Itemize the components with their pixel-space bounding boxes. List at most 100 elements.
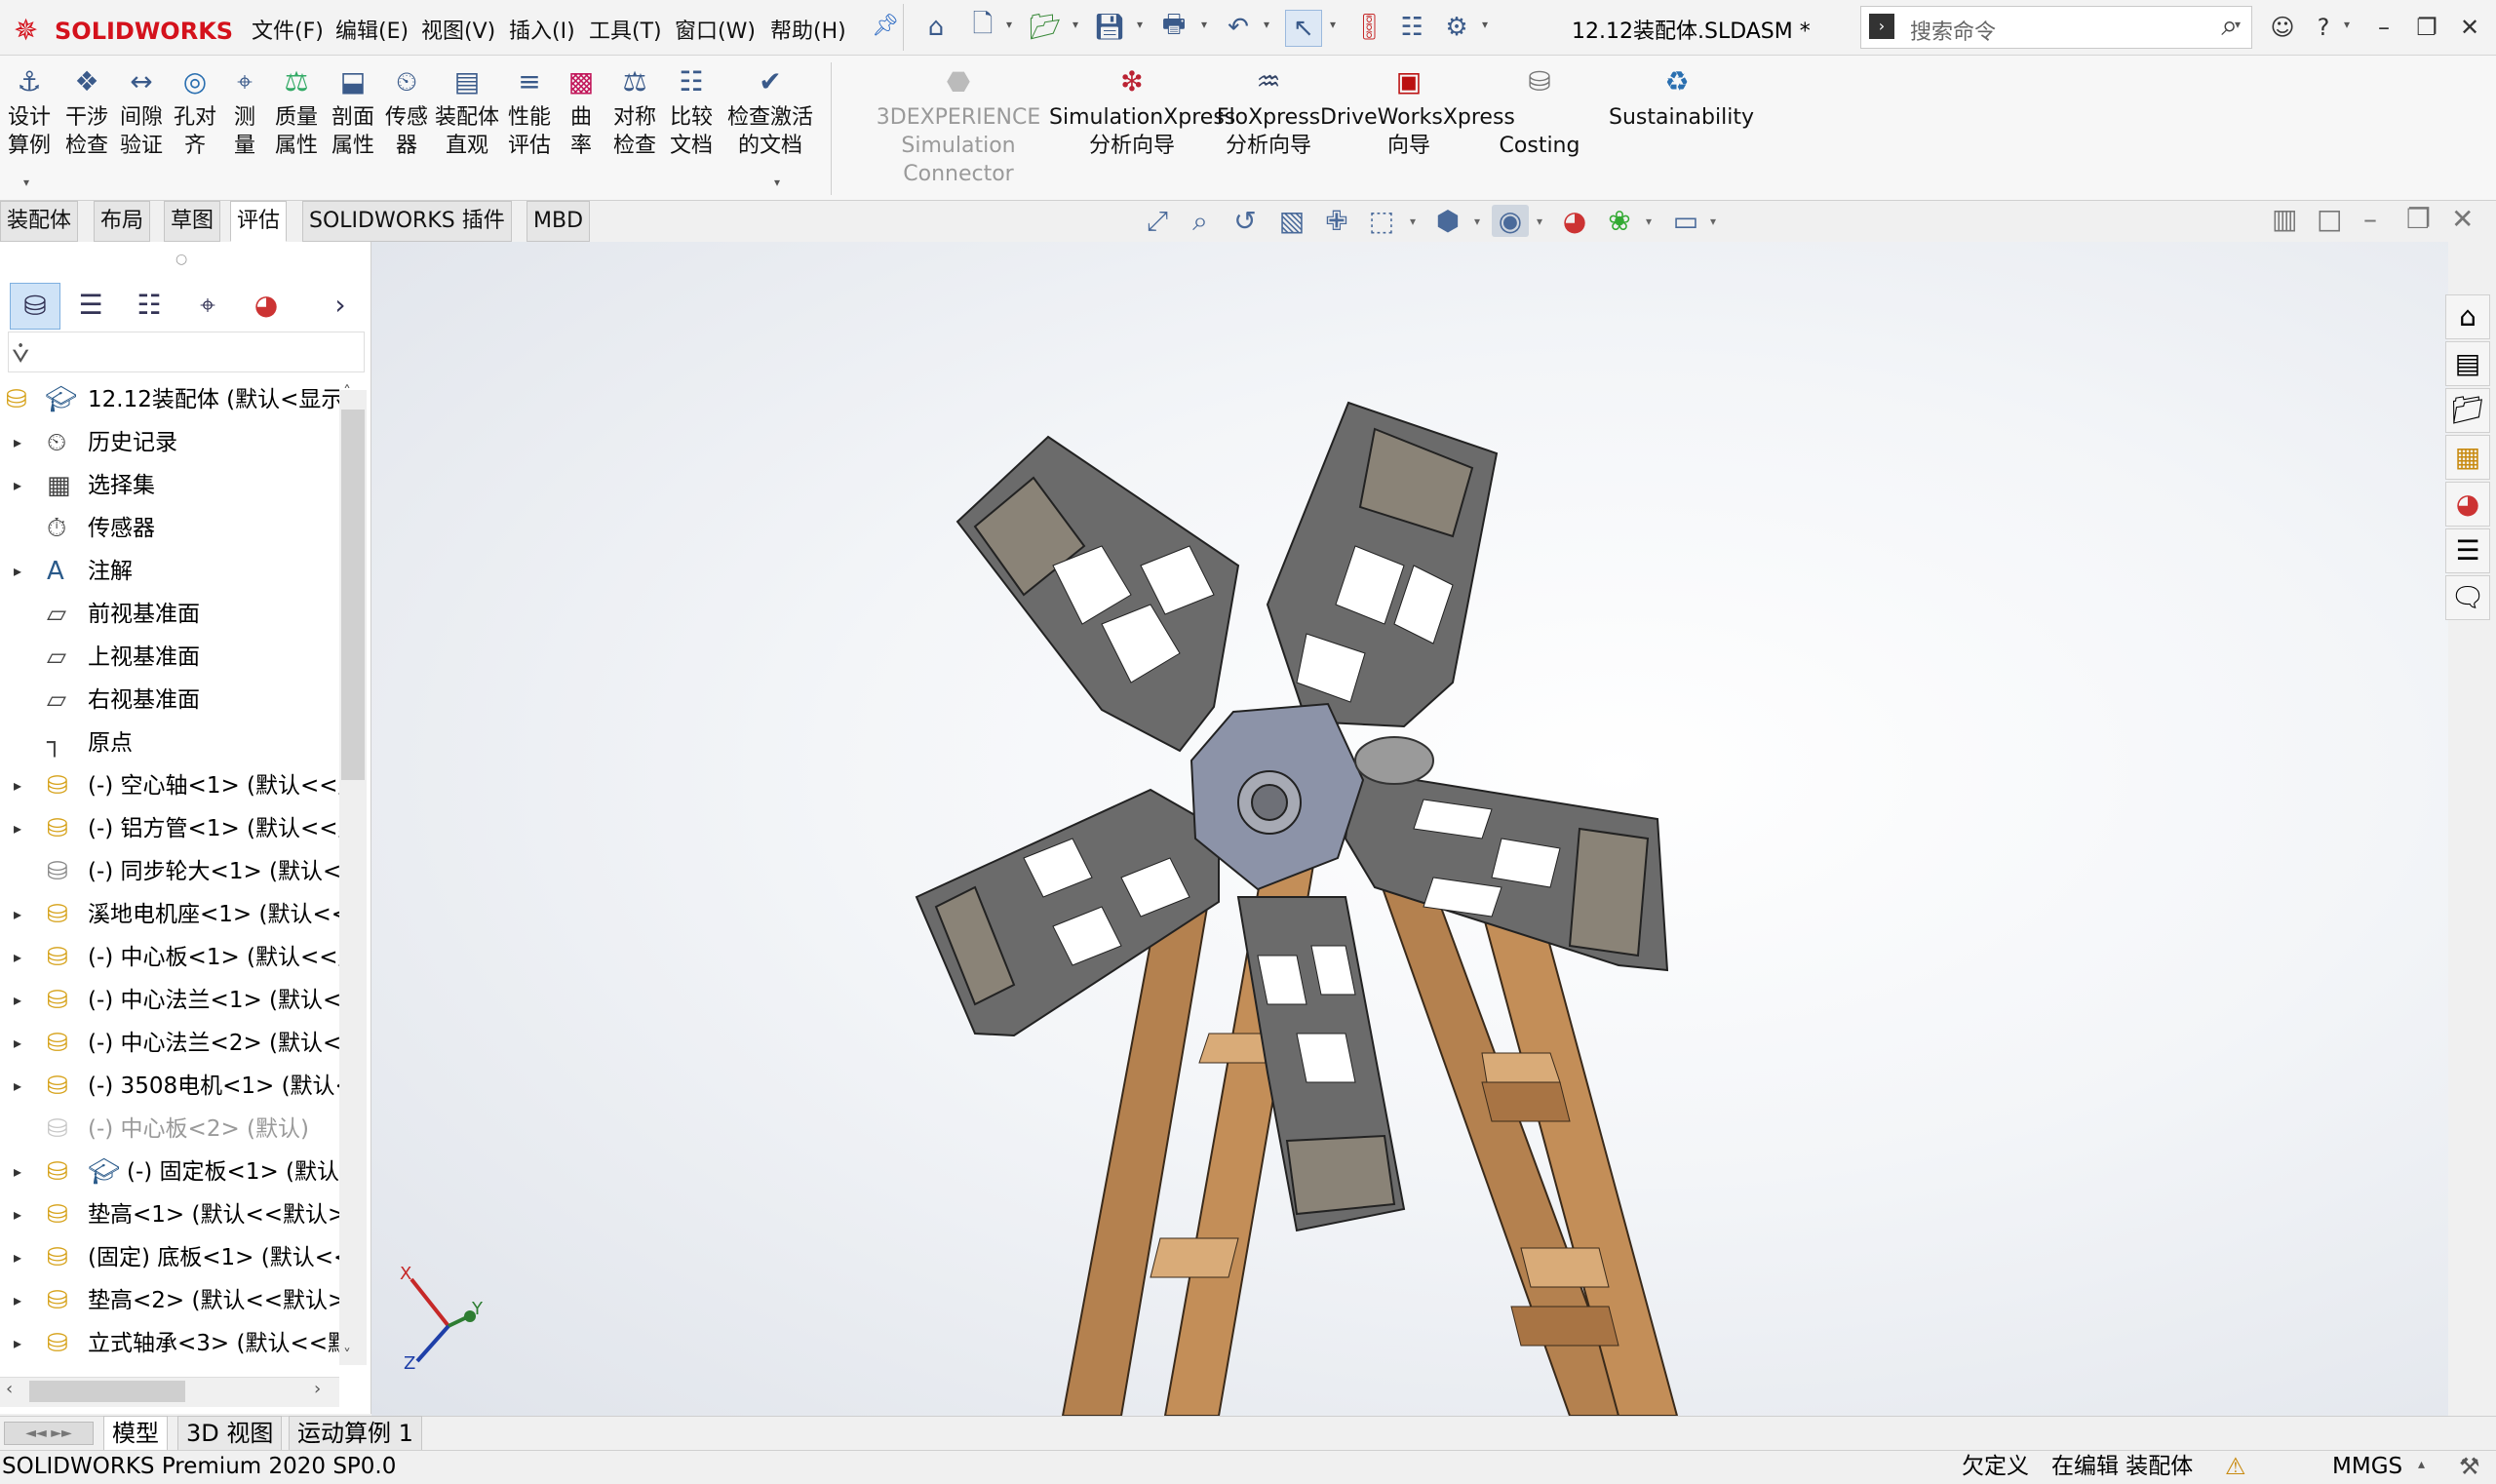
options-gear-icon[interactable]: ⚙: [1439, 10, 1474, 45]
graphics-area[interactable]: X Y Z: [371, 242, 2448, 1416]
3dexperience-sim-button[interactable]: ⬣ 3DEXPERIENCE Simulation Connector: [856, 64, 1061, 188]
zoom-to-fit-icon[interactable]: ⤢: [1139, 205, 1176, 238]
print-dropdown-icon[interactable]: ▾: [1201, 18, 1207, 31]
expand-arrow-icon[interactable]: ▸: [14, 1193, 21, 1236]
rebuild-icon[interactable]: 🚦︎: [1351, 10, 1386, 45]
ribbon-clearance-verification-button[interactable]: ↔ 间隙 验证: [115, 64, 168, 160]
new-document-icon[interactable]: 🗋︎: [965, 10, 1000, 45]
search-dropdown-icon[interactable]: ▾: [2235, 18, 2241, 31]
options-dropdown-icon[interactable]: ▾: [1482, 18, 1488, 31]
open-dropdown-icon[interactable]: ▾: [1072, 18, 1078, 31]
ribbon-measure-button[interactable]: ⌖ 测量: [222, 64, 267, 160]
menu-insert[interactable]: 插入(I): [509, 14, 575, 45]
tree-item[interactable]: ▱ 上视基准面: [0, 636, 339, 679]
ribbon-design-study-button[interactable]: ⚓ 设计 算例: [4, 64, 55, 160]
expand-arrow-icon[interactable]: ▸: [14, 1065, 21, 1108]
menu-help[interactable]: 帮助(H): [770, 14, 846, 45]
tree-item[interactable]: ▸ ⛁ (-) 空心轴<1> (默认<<默: [0, 764, 339, 807]
view-settings-monitor-icon[interactable]: ▭: [1667, 205, 1704, 237]
view-orientation-dropdown-icon[interactable]: ▾: [1410, 215, 1416, 228]
expand-arrow-icon[interactable]: ▸: [14, 893, 21, 936]
viewport-tile-icon[interactable]: ▥: [2272, 203, 2297, 235]
tree-item[interactable]: ┐ 原点: [0, 722, 339, 764]
driveworksxpress-button[interactable]: ▣ DriveWorksXpress 向导: [1320, 64, 1515, 160]
windmill-model[interactable]: X Y Z: [371, 242, 2448, 1416]
scene-dropdown-icon[interactable]: ▾: [1646, 215, 1652, 228]
rebuild-status-icon[interactable]: ⚠: [2225, 1450, 2246, 1483]
tab-motion-study-1[interactable]: 运动算例 1: [289, 1416, 422, 1451]
tree-root[interactable]: ⛁ 🎓︎ 12.12装配体 (默认<显示: [0, 378, 339, 421]
open-icon[interactable]: 📂︎: [1028, 10, 1063, 45]
tree-item[interactable]: ▸ ⛁ (-) 铝方管<1> (默认<<默: [0, 807, 339, 850]
previous-view-icon[interactable]: ↺: [1227, 205, 1264, 237]
tree-item[interactable]: ▱ 前视基准面: [0, 593, 339, 636]
tab-solidworks-addins[interactable]: SOLIDWORKS 插件: [302, 201, 512, 242]
simulationxpress-button[interactable]: ❇ SimulationXpress 分析向导: [1049, 64, 1235, 160]
filter-box[interactable]: [8, 332, 365, 372]
user-icon[interactable]: ☺: [2262, 8, 2303, 47]
viewport-restore-icon[interactable]: ❐: [2406, 203, 2431, 235]
ribbon-curvature-button[interactable]: ▩ 曲率: [558, 64, 604, 160]
tab-3d-view[interactable]: 3D 视图: [177, 1416, 283, 1451]
tree-item[interactable]: ▱ 右视基准面: [0, 679, 339, 722]
tab-assembly[interactable]: 装配体: [0, 201, 79, 242]
ribbon-hole-alignment-button[interactable]: ◎ 孔对齐: [170, 64, 220, 160]
menu-view[interactable]: 视图(V): [421, 14, 495, 45]
display-style-icon[interactable]: ⬢: [1429, 205, 1466, 237]
ribbon-compare-documents-button[interactable]: ☷ 比较 文档: [663, 64, 720, 160]
zoom-to-area-icon[interactable]: ⌕: [1182, 205, 1219, 238]
sustainability-button[interactable]: ♻ Sustainability: [1609, 64, 1754, 132]
tab-evaluate[interactable]: 评估: [230, 201, 288, 242]
floxpress-button[interactable]: ♒ FloXpress 分析向导: [1215, 64, 1322, 160]
help-icon[interactable]: ?: [2303, 8, 2344, 47]
ribbon-sensor-button[interactable]: ⏲ 传感器: [384, 64, 429, 160]
customize-status-icon[interactable]: ⚒: [2459, 1450, 2480, 1483]
propertymanager-tab-icon[interactable]: ☰: [66, 283, 115, 328]
ribbon-interference-check-button[interactable]: ❖ 干涉 检查: [60, 64, 113, 160]
tree-item[interactable]: ⛁ (-) 同步轮大<1> (默认<: [0, 850, 339, 893]
tree-item[interactable]: ▸ ⛁ (-) 中心法兰<2> (默认<<: [0, 1022, 339, 1065]
tree-scroll-thumb[interactable]: [341, 410, 365, 780]
expand-arrow-icon[interactable]: ▸: [14, 1279, 21, 1322]
scroll-down-icon[interactable]: ˅: [343, 1346, 351, 1364]
select-dropdown-icon[interactable]: ▾: [1330, 18, 1336, 31]
edit-appearance-icon[interactable]: ◕: [1556, 205, 1593, 237]
expand-arrow-icon[interactable]: ▸: [14, 1022, 21, 1065]
tree-item[interactable]: ▸ ▦ 选择集: [0, 464, 339, 507]
ribbon-mass-properties-button[interactable]: ⚖ 质量 属性: [269, 64, 324, 160]
solidworks-logo[interactable]: ✵ SOLIDWORKS: [14, 10, 233, 48]
panel-grip-icon[interactable]: ○: [176, 252, 187, 267]
tab-sketch[interactable]: 草图: [164, 201, 221, 242]
design-library-icon[interactable]: ▤: [2445, 341, 2490, 386]
tree-item[interactable]: ▸ ⛁ 溪地电机座<1> (默认<<: [0, 893, 339, 936]
minimize-icon[interactable]: –: [2363, 8, 2404, 47]
close-icon[interactable]: ✕: [2449, 8, 2490, 47]
panel-expand-arrow-icon[interactable]: ›: [326, 283, 355, 328]
display-style-dropdown-icon[interactable]: ▾: [1474, 215, 1480, 228]
tree-item[interactable]: ▸ ⛁ 立式轴承<3> (默认<<默: [0, 1322, 339, 1365]
expand-arrow-icon[interactable]: ▸: [14, 979, 21, 1022]
tree-item[interactable]: ▸ ⛁ 🎓︎ (-) 固定板<1> (默认: [0, 1151, 339, 1193]
tree-item[interactable]: ▸ ⛁ 垫高<1> (默认<<默认>: [0, 1193, 339, 1236]
viewport-maximize-icon[interactable]: □: [2317, 203, 2342, 235]
configurationmanager-tab-icon[interactable]: ☷: [125, 283, 174, 328]
menu-file[interactable]: 文件(F): [252, 14, 324, 45]
forum-icon[interactable]: 🗨︎: [2445, 575, 2490, 620]
view-settings-dropdown-icon[interactable]: ▾: [1710, 215, 1716, 228]
section-view-icon[interactable]: ▧: [1273, 205, 1310, 237]
home-icon[interactable]: ⌂: [918, 10, 954, 45]
viewport-minimize-icon[interactable]: –: [2363, 203, 2377, 235]
tab-model[interactable]: 模型: [103, 1416, 168, 1451]
dynamic-annotation-icon[interactable]: ✙: [1318, 205, 1355, 237]
tree-item[interactable]: ▸ ⛁ (-) 中心板<1> (默认<<默: [0, 936, 339, 979]
units-dropdown-icon[interactable]: ▴: [2418, 1457, 2425, 1472]
viewport-close-icon[interactable]: ✕: [2451, 203, 2474, 235]
tab-layout[interactable]: 布局: [94, 201, 151, 242]
undo-dropdown-icon[interactable]: ▾: [1264, 18, 1269, 31]
blade-upper-right[interactable]: [1266, 401, 1499, 728]
expand-arrow-icon[interactable]: ▸: [14, 764, 21, 807]
tree-item[interactable]: ▸ ⛁ 垫高<2> (默认<<默认>: [0, 1279, 339, 1322]
ribbon-symmetry-check-button[interactable]: ⚖ 对称 检查: [606, 64, 663, 160]
apply-scene-icon[interactable]: ❀: [1601, 205, 1638, 237]
view-palette-icon[interactable]: ▦: [2445, 435, 2490, 480]
